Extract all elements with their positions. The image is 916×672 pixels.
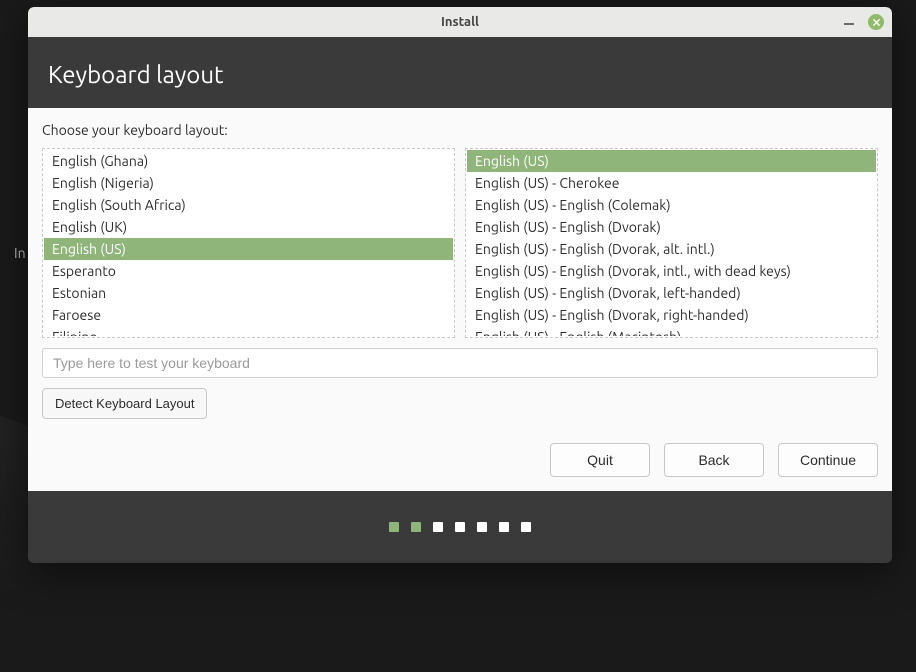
progress-dot	[433, 522, 443, 532]
language-list-item[interactable]: English (US)	[44, 238, 453, 260]
variant-list-item[interactable]: English (US) - English (Dvorak, left-han…	[467, 282, 876, 304]
action-row: Quit Back Continue	[42, 443, 878, 477]
language-listbox[interactable]: English (Ghana)English (Nigeria)English …	[42, 148, 455, 338]
progress-dot	[499, 522, 509, 532]
variant-list-item[interactable]: English (US) - English (Colemak)	[467, 194, 876, 216]
page-header: Keyboard layout	[28, 37, 892, 108]
variant-list-item[interactable]: English (US)	[467, 150, 876, 172]
close-icon[interactable]	[868, 14, 884, 30]
progress-dot	[389, 522, 399, 532]
test-keyboard-input[interactable]	[42, 348, 878, 378]
choose-layout-label: Choose your keyboard layout:	[42, 122, 878, 138]
language-list-item[interactable]: Faroese	[44, 304, 453, 326]
progress-dot	[455, 522, 465, 532]
language-list-item[interactable]: English (South Africa)	[44, 194, 453, 216]
variant-listbox[interactable]: English (US)English (US) - CherokeeEngli…	[465, 148, 878, 338]
background-app-label: In	[14, 245, 26, 261]
variant-list-item[interactable]: English (US) - English (Dvorak, intl., w…	[467, 260, 876, 282]
install-window: Install Keyboard layout Choose your keyb…	[28, 7, 892, 563]
content-area: Choose your keyboard layout: English (Gh…	[28, 108, 892, 491]
variant-list-item[interactable]: English (US) - English (Dvorak, alt. int…	[467, 238, 876, 260]
language-list-item[interactable]: Filipino	[44, 326, 453, 336]
variant-list-item[interactable]: English (US) - English (Dvorak, right-ha…	[467, 304, 876, 326]
progress-dot	[477, 522, 487, 532]
layout-lists: English (Ghana)English (Nigeria)English …	[42, 148, 878, 338]
progress-dot	[521, 522, 531, 532]
language-list-item[interactable]: English (Nigeria)	[44, 172, 453, 194]
variant-list-item[interactable]: English (US) - English (Dvorak)	[467, 216, 876, 238]
progress-dot	[411, 522, 421, 532]
quit-button[interactable]: Quit	[550, 443, 650, 477]
detect-keyboard-button[interactable]: Detect Keyboard Layout	[42, 388, 207, 419]
window-title: Install	[441, 15, 479, 29]
variant-list-item[interactable]: English (US) - English (Macintosh)	[467, 326, 876, 336]
language-list-item[interactable]: English (Ghana)	[44, 150, 453, 172]
progress-dots	[28, 491, 892, 563]
language-list-item[interactable]: Esperanto	[44, 260, 453, 282]
page-title: Keyboard layout	[48, 61, 872, 88]
titlebar[interactable]: Install	[28, 7, 892, 37]
back-button[interactable]: Back	[664, 443, 764, 477]
language-list-item[interactable]: English (UK)	[44, 216, 453, 238]
continue-button[interactable]: Continue	[778, 443, 878, 477]
minimize-icon[interactable]	[844, 23, 854, 25]
language-list-item[interactable]: Estonian	[44, 282, 453, 304]
variant-list-item[interactable]: English (US) - Cherokee	[467, 172, 876, 194]
